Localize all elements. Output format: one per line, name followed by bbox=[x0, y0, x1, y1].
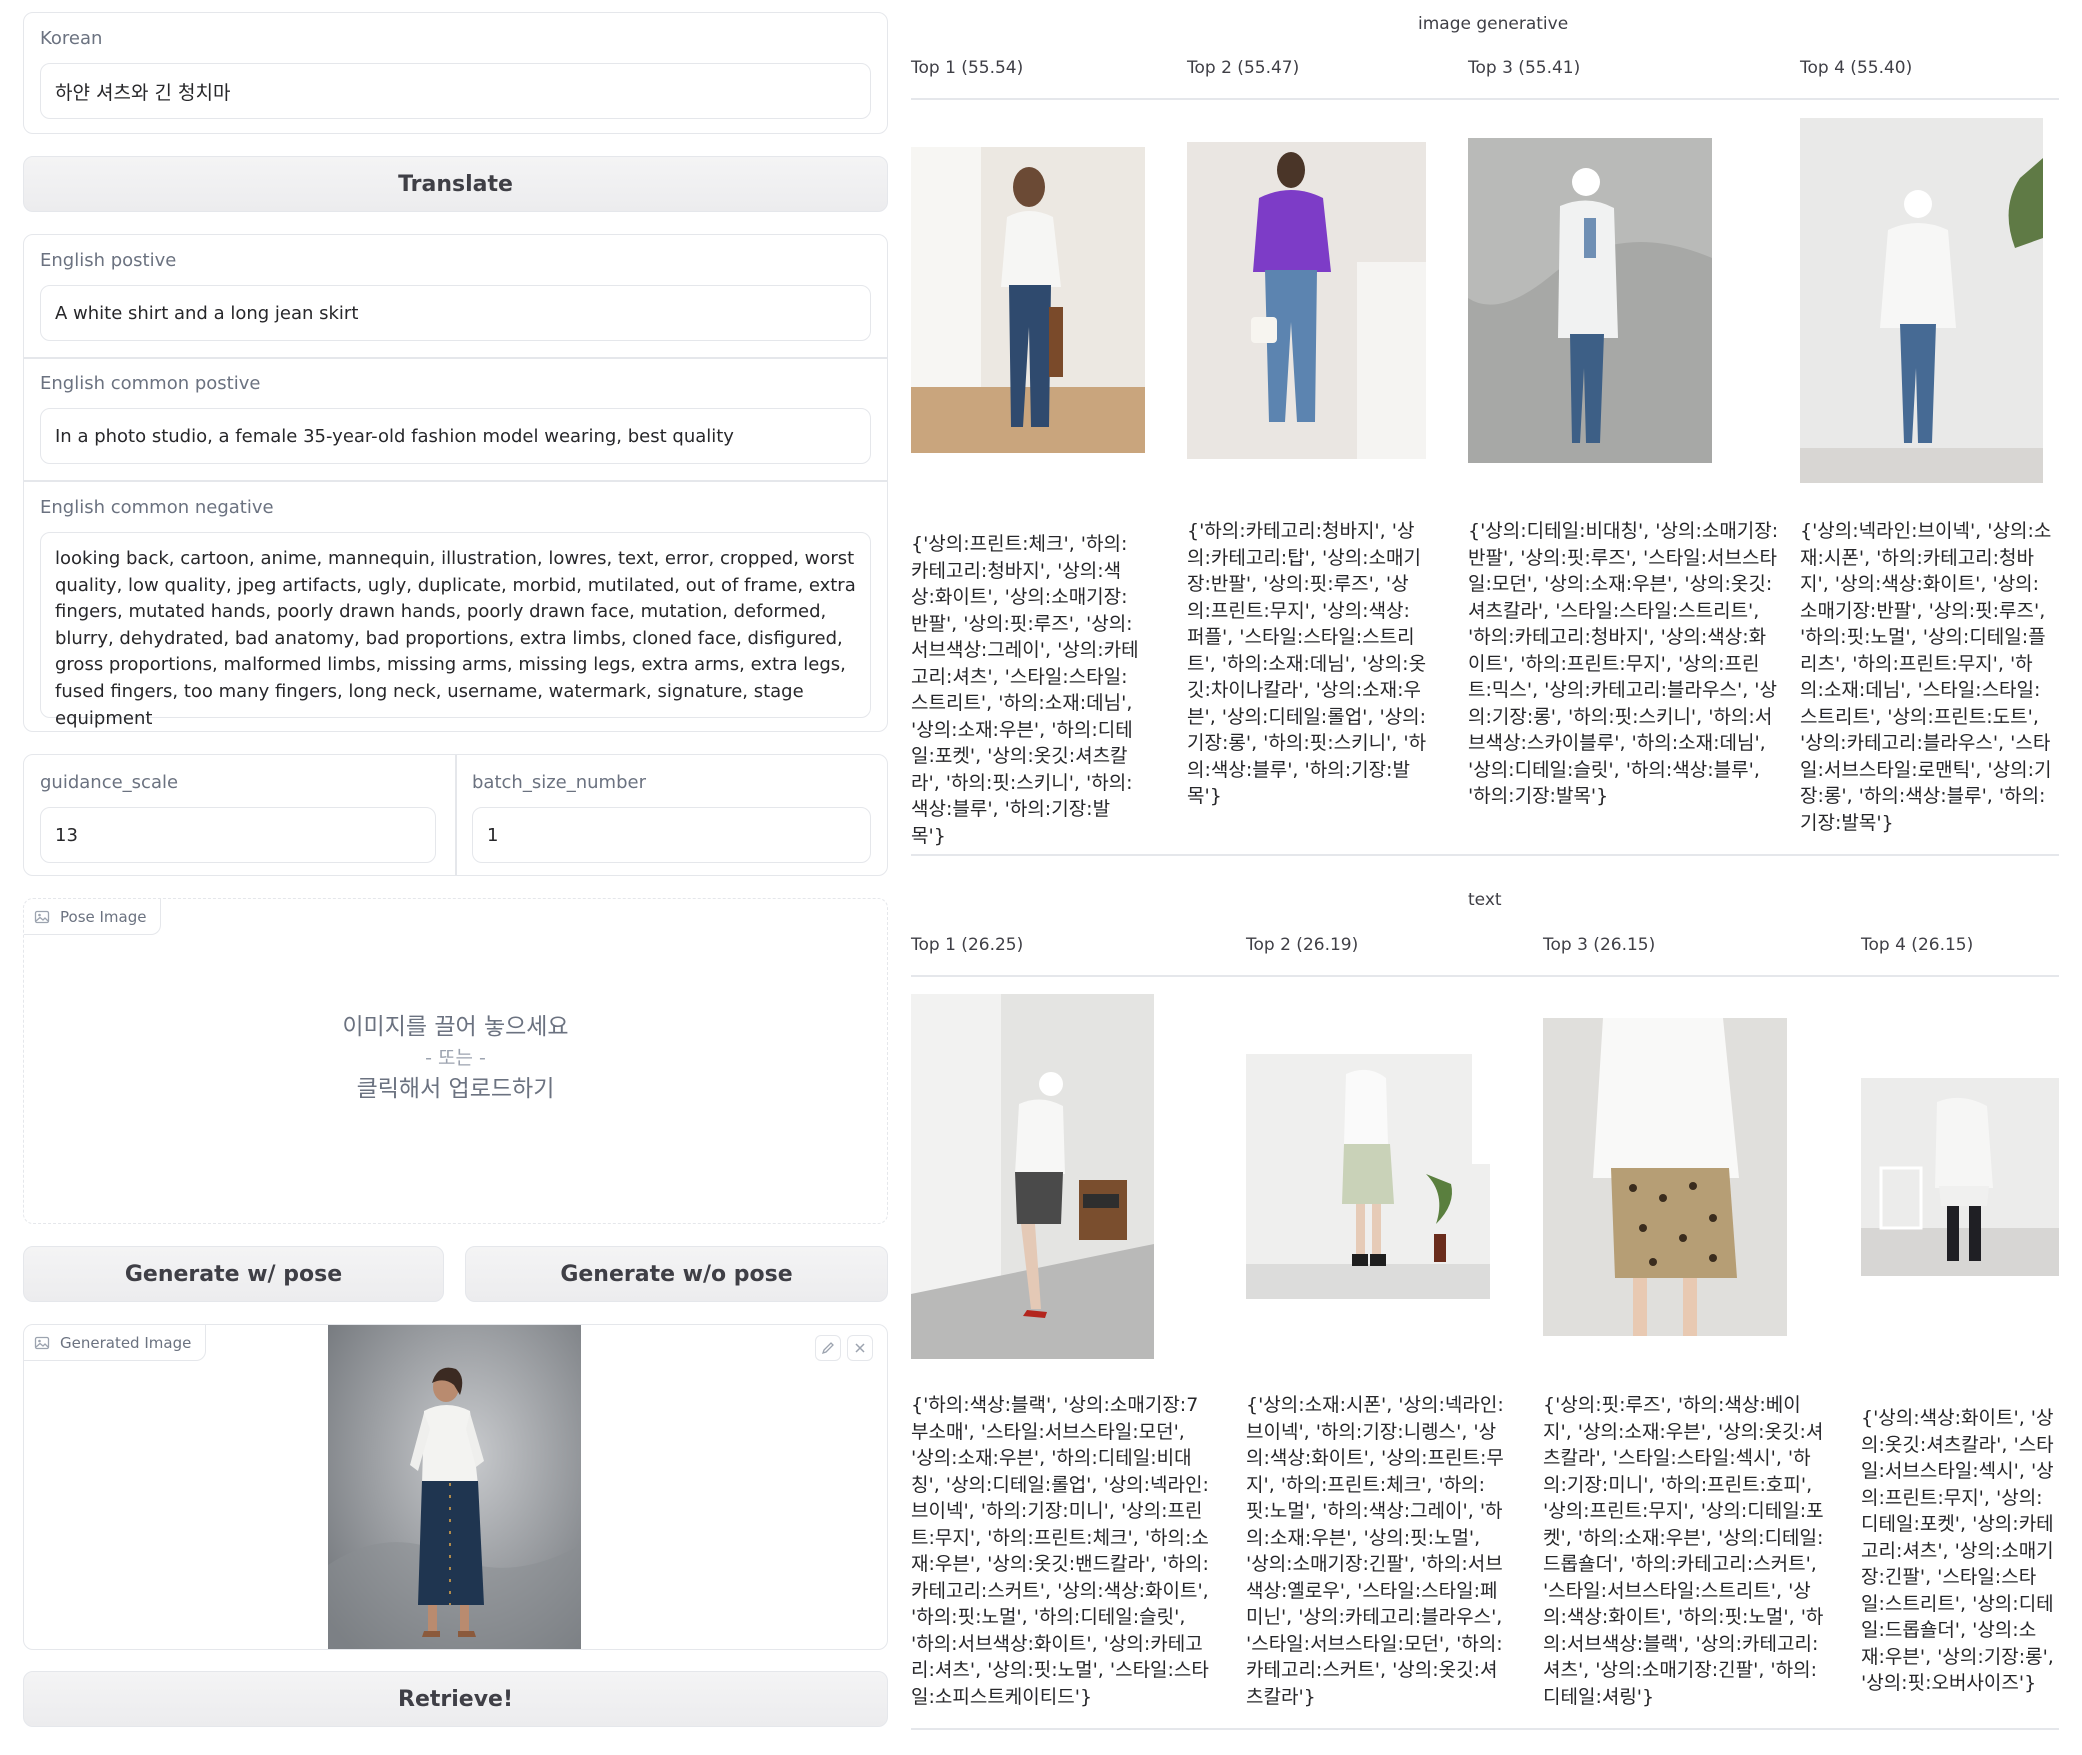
image-icon bbox=[34, 910, 50, 923]
gen-result-image-4[interactable] bbox=[1800, 118, 2043, 483]
text-rank-4: Top 4 (26.15) bbox=[1861, 935, 1974, 955]
divider bbox=[911, 975, 2059, 977]
text-rank-1: Top 1 (26.25) bbox=[911, 935, 1024, 955]
drop-line-2: - 또는 - bbox=[425, 1047, 486, 1069]
text-result-caption-4: {'상의:색상:화이트', '상의:옷깃:셔츠칼라', '스타일:서브스타일:섹… bbox=[1861, 1407, 2054, 1694]
korean-label: Korean bbox=[40, 28, 103, 49]
text-title: text bbox=[1468, 890, 1502, 910]
generate-with-pose-button[interactable]: Generate w/ pose bbox=[23, 1246, 444, 1302]
retrieve-button[interactable]: Retrieve! bbox=[23, 1671, 888, 1727]
generated-image-tag: Generated Image bbox=[24, 1325, 207, 1361]
image-icon bbox=[34, 1336, 50, 1349]
gen-rank-3: Top 3 (55.41) bbox=[1468, 58, 1581, 78]
text-result-image-4[interactable] bbox=[1861, 1078, 2059, 1276]
gen-result-image-3[interactable] bbox=[1468, 138, 1712, 463]
gen-result-image-2[interactable] bbox=[1187, 142, 1426, 459]
drop-zone-text: 이미지를 끌어 놓으세요 - 또는 - 클릭해서 업로드하기 bbox=[24, 1011, 887, 1105]
gen-result-caption-2: {'하의:카테고리:청바지', '상의:카테고리:탑', '상의:소매기장:반팔… bbox=[1187, 520, 1427, 807]
divider bbox=[911, 854, 2059, 856]
gen-rank-1: Top 1 (55.54) bbox=[911, 58, 1024, 78]
text-rank-3: Top 3 (26.15) bbox=[1543, 935, 1656, 955]
pose-image-label: Pose Image bbox=[60, 907, 147, 926]
divider bbox=[911, 1728, 2059, 1730]
pose-image-tag: Pose Image bbox=[24, 899, 162, 935]
english-common-negative-label: English common negative bbox=[40, 497, 274, 518]
gen-result-caption-1: {'상의:프린트:체크', '하의:카테고리:청바지', '상의:색상:화이트'… bbox=[911, 533, 1139, 847]
translate-button[interactable]: Translate bbox=[23, 156, 888, 212]
english-common-positive-label: English common postive bbox=[40, 373, 261, 394]
english-common-negative-textarea[interactable]: looking back, cartoon, anime, mannequin,… bbox=[40, 532, 871, 729]
text-result-image-3[interactable] bbox=[1543, 1018, 1787, 1336]
generated-image bbox=[328, 1325, 581, 1649]
gen-rank-4: Top 4 (55.40) bbox=[1800, 58, 1913, 78]
text-result-image-2[interactable] bbox=[1246, 1054, 1490, 1299]
params-panel: guidance_scale 13 batch_size_number 1 bbox=[23, 754, 888, 876]
gen-rank-2: Top 2 (55.47) bbox=[1187, 58, 1300, 78]
divider bbox=[911, 98, 2059, 100]
divider bbox=[455, 755, 457, 875]
edit-icon[interactable] bbox=[815, 1335, 841, 1361]
english-common-positive-input[interactable]: In a photo studio, a female 35-year-old … bbox=[40, 408, 871, 464]
generated-image-label: Generated Image bbox=[60, 1333, 192, 1352]
gen-result-image-1[interactable] bbox=[911, 147, 1145, 453]
text-result-caption-1: {'하의:색상:블랙', '상의:소매기장:7부소매', '스타일:서브스타일:… bbox=[911, 1394, 1209, 1708]
generate-without-pose-button[interactable]: Generate w/o pose bbox=[465, 1246, 888, 1302]
english-panel: English postive A white shirt and a long… bbox=[23, 234, 888, 732]
drop-line-3: 클릭해서 업로드하기 bbox=[356, 1076, 555, 1102]
pose-image-upload[interactable]: Pose Image 이미지를 끌어 놓으세요 - 또는 - 클릭해서 업로드하… bbox=[23, 898, 888, 1224]
text-rank-2: Top 2 (26.19) bbox=[1246, 935, 1359, 955]
text-result-caption-3: {'상의:핏:루즈', '하의:색상:베이지', '상의:소재:우븐', '상의… bbox=[1543, 1394, 1824, 1708]
korean-panel: Korean 하얀 셔츠와 긴 청치마 bbox=[23, 12, 888, 134]
gen-result-caption-3: {'상의:디테일:비대칭', '상의:소매기장:반팔', '상의:핏:루즈', … bbox=[1468, 520, 1779, 807]
divider bbox=[24, 357, 887, 359]
english-positive-label: English postive bbox=[40, 250, 177, 271]
text-result-caption-2: {'상의:소재:시폰', '상의:넥라인:브이넥', '하의:기장:니렝스', … bbox=[1246, 1394, 1504, 1708]
guidance-scale-label: guidance_scale bbox=[40, 772, 179, 793]
divider bbox=[24, 480, 887, 482]
batch-size-label: batch_size_number bbox=[472, 772, 646, 793]
drop-line-1: 이미지를 끌어 놓으세요 bbox=[342, 1014, 569, 1040]
image-generative-title: image generative bbox=[1418, 14, 1569, 34]
generated-image-panel: Generated Image bbox=[23, 1324, 888, 1650]
korean-input[interactable]: 하얀 셔츠와 긴 청치마 bbox=[40, 63, 871, 119]
text-result-image-1[interactable] bbox=[911, 994, 1154, 1359]
close-icon[interactable] bbox=[847, 1335, 873, 1361]
gen-result-caption-4: {'상의:넥라인:브이넥', '상의:소재:시폰', '하의:카테고리:청바지'… bbox=[1800, 520, 2052, 834]
batch-size-input[interactable]: 1 bbox=[472, 807, 871, 863]
english-positive-input[interactable]: A white shirt and a long jean skirt bbox=[40, 285, 871, 341]
guidance-scale-input[interactable]: 13 bbox=[40, 807, 436, 863]
